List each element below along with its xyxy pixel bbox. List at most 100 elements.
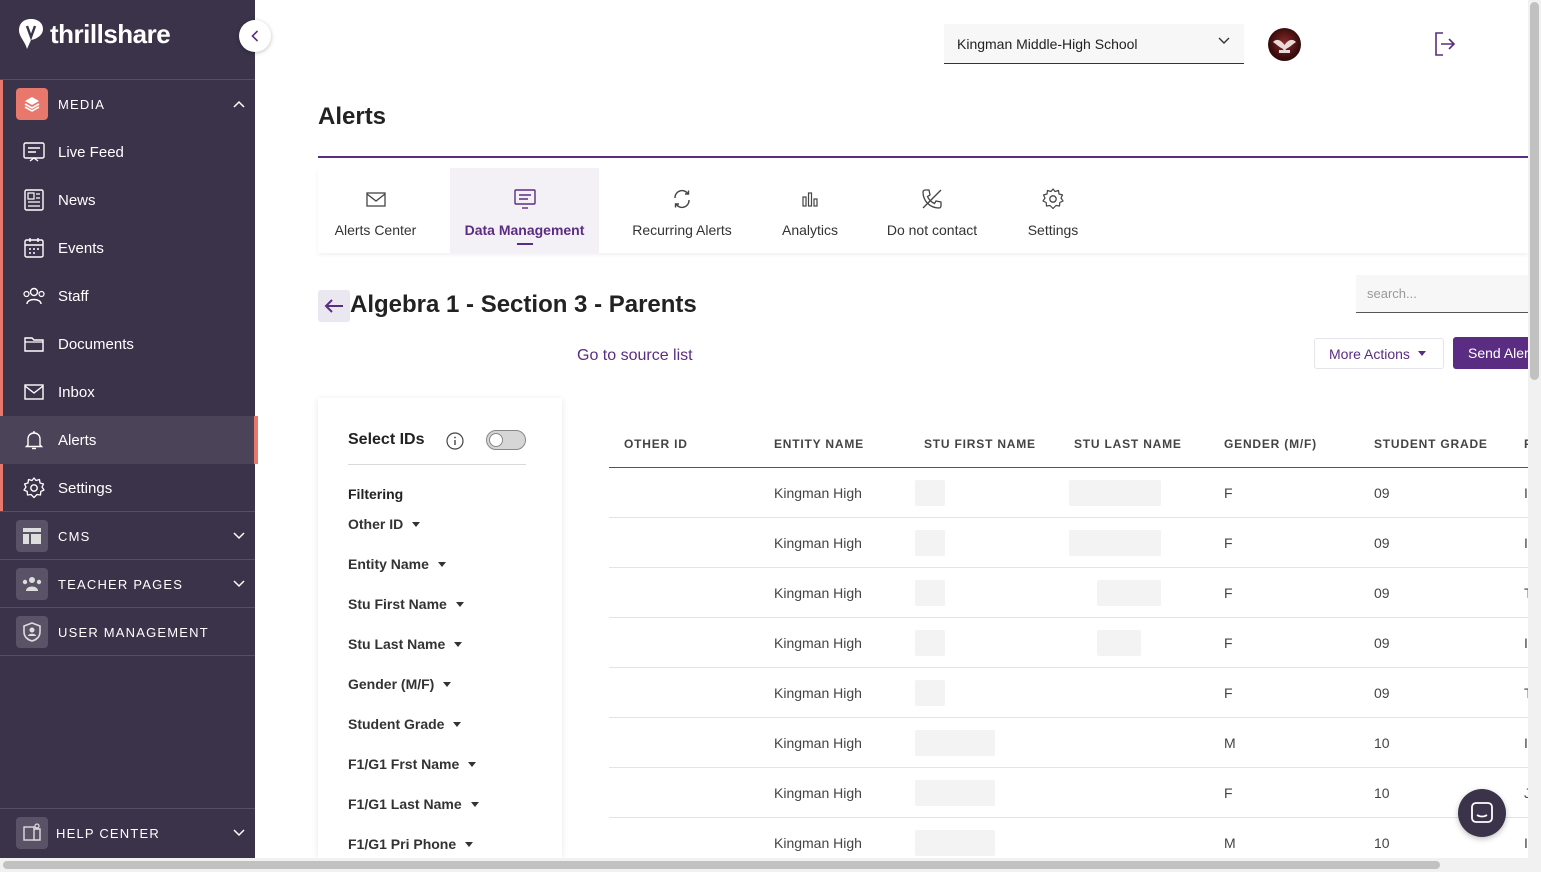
collapse-sidebar-button[interactable] — [239, 20, 271, 52]
sidebar-item-label: Live Feed — [58, 143, 124, 161]
filter-f1g1-last-name[interactable]: F1/G1 Last Name — [348, 796, 479, 812]
redacted-cell — [1097, 580, 1161, 606]
column-header[interactable]: STUDENT GRADE — [1374, 437, 1488, 451]
filter-entity-name[interactable]: Entity Name — [348, 556, 446, 572]
cell-grade: 10 — [1374, 735, 1390, 751]
chevron-down-icon — [1218, 37, 1230, 44]
sidebar-section-user-management[interactable]: USER MANAGEMENT — [0, 608, 255, 656]
vertical-scrollbar[interactable] — [1528, 0, 1541, 858]
redacted-cell — [915, 730, 995, 756]
filter-f1g1-first-name[interactable]: F1/G1 Frst Name — [348, 756, 477, 772]
sidebar-item-news[interactable]: News — [0, 176, 255, 224]
filter-stu-first-name[interactable]: Stu First Name — [348, 596, 464, 612]
table-row[interactable]: Kingman High F 09 T — [609, 668, 1528, 718]
redacted-cell — [915, 780, 995, 806]
table-row[interactable]: Kingman High F 09 I — [609, 468, 1528, 518]
sidebar-section-label: MEDIA — [58, 96, 106, 112]
tab-analytics[interactable]: Analytics — [774, 168, 846, 253]
school-selector[interactable]: Kingman Middle-High School — [944, 24, 1244, 64]
sidebar-section-teacher-pages[interactable]: TEACHER PAGES — [0, 560, 255, 608]
filter-label: Student Grade — [348, 716, 445, 732]
title-divider — [318, 156, 1528, 158]
go-to-source-list-link[interactable]: Go to source list — [577, 347, 693, 365]
filter-other-id[interactable]: Other ID — [348, 516, 421, 532]
column-header[interactable]: ENTITY NAME — [774, 437, 864, 451]
data-icon — [513, 188, 536, 210]
avatar[interactable] — [1268, 28, 1301, 61]
table-row[interactable]: Kingman High F 09 I — [609, 618, 1528, 668]
filter-stu-last-name[interactable]: Stu Last Name — [348, 636, 463, 652]
filter-f1g1-pri-phone[interactable]: F1/G1 Pri Phone — [348, 836, 474, 852]
table-row[interactable]: Kingman High M 10 I — [609, 718, 1528, 768]
tab-alerts-center[interactable]: Alerts Center — [318, 168, 433, 253]
chevron-down-icon — [233, 580, 245, 588]
scrollbar-thumb[interactable] — [3, 861, 1440, 869]
tab-recurring-alerts[interactable]: Recurring Alerts — [622, 168, 742, 253]
column-header[interactable]: OTHER ID — [624, 437, 688, 451]
sidebar-section-help-center[interactable]: HELP CENTER — [0, 809, 255, 857]
sidebar-section-label: TEACHER PAGES — [58, 576, 184, 592]
redacted-cell — [1069, 480, 1161, 506]
table-row[interactable]: Kingman High M 10 I — [609, 818, 1528, 858]
layers-icon — [16, 88, 48, 120]
caret-down-icon — [454, 641, 463, 647]
sidebar-item-live-feed[interactable]: Live Feed — [0, 128, 255, 176]
column-header[interactable]: STU FIRST NAME — [924, 437, 1036, 451]
logout-button[interactable] — [1434, 31, 1456, 62]
sidebar-item-alerts[interactable]: Alerts — [0, 416, 258, 464]
sidebar-item-inbox[interactable]: Inbox — [0, 368, 255, 416]
column-header[interactable]: GENDER (M/F) — [1224, 437, 1317, 451]
redacted-cell — [915, 580, 945, 606]
news-icon — [22, 188, 46, 212]
tab-label: Data Management — [464, 222, 585, 238]
info-icon[interactable] — [446, 432, 464, 455]
sidebar-item-settings[interactable]: Settings — [0, 464, 255, 512]
more-actions-button[interactable]: More Actions — [1314, 338, 1444, 369]
gear-icon — [1042, 188, 1064, 210]
sidebar-item-events[interactable]: Events — [0, 224, 255, 272]
brand-name: thrillshare — [50, 18, 171, 49]
thrillshare-logo[interactable]: thrillshare — [18, 18, 171, 50]
sidebar-item-documents[interactable]: Documents — [0, 320, 255, 368]
horizontal-scrollbar[interactable] — [0, 858, 1541, 872]
tab-do-not-contact[interactable]: Do not contact — [884, 168, 980, 253]
page-title: Alerts — [318, 103, 387, 130]
redacted-cell — [915, 630, 945, 656]
redacted-cell — [915, 530, 945, 556]
sidebar-section-label: USER MANAGEMENT — [58, 624, 209, 640]
search-input[interactable] — [1356, 275, 1528, 313]
sidebar-section-media[interactable]: MEDIA — [0, 80, 255, 128]
filter-label: Stu Last Name — [348, 636, 446, 652]
cell-entity-name: Kingman High — [774, 835, 862, 851]
filter-label: F1/G1 Pri Phone — [348, 836, 457, 852]
tab-settings[interactable]: Settings — [1022, 168, 1084, 253]
filter-student-grade[interactable]: Student Grade — [348, 716, 462, 732]
column-header[interactable]: STU LAST NAME — [1074, 437, 1182, 451]
filter-panel: Select IDs Filtering Other ID Entity Nam… — [318, 398, 562, 858]
sidebar-section-cms[interactable]: CMS — [0, 512, 255, 560]
filter-label: F1/G1 Frst Name — [348, 756, 460, 772]
table-row[interactable]: Kingman High F 09 T — [609, 568, 1528, 618]
back-button[interactable] — [318, 290, 350, 322]
cell-gender: M — [1224, 735, 1236, 751]
caret-down-icon — [453, 721, 462, 727]
table-row[interactable]: Kingman High F 10 J — [609, 768, 1528, 818]
tab-label: Recurring Alerts — [632, 222, 732, 238]
caret-down-icon — [470, 801, 479, 807]
table-header: OTHER ID ENTITY NAME STU FIRST NAME STU … — [609, 420, 1528, 468]
select-ids-toggle[interactable] — [486, 430, 526, 450]
chat-launcher-button[interactable] — [1458, 789, 1506, 837]
redacted-cell — [915, 480, 945, 506]
table-row[interactable]: Kingman High F 09 I — [609, 518, 1528, 568]
sidebar-item-staff[interactable]: Staff — [0, 272, 255, 320]
envelope-icon — [365, 188, 386, 210]
scrollbar-thumb[interactable] — [1530, 2, 1539, 380]
caret-down-icon — [455, 601, 464, 607]
tab-data-management[interactable]: Data Management — [450, 168, 599, 253]
cell-gender: M — [1224, 835, 1236, 851]
filter-gender[interactable]: Gender (M/F) — [348, 676, 452, 692]
tab-label: Do not contact — [886, 222, 978, 238]
filter-label: Entity Name — [348, 556, 429, 572]
select-ids-label: Select IDs — [348, 431, 425, 448]
panel-divider — [348, 464, 526, 465]
